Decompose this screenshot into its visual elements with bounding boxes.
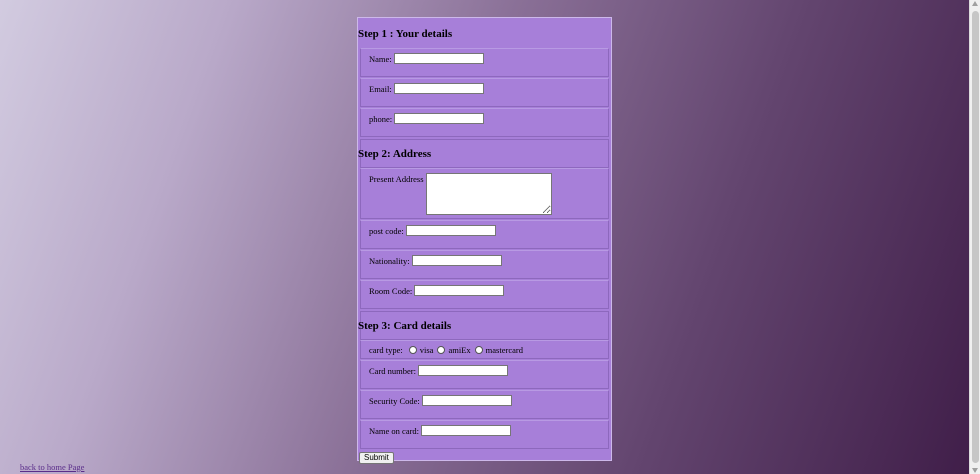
name-fieldset: Name:	[360, 48, 609, 77]
roomcode-fieldset: Room Code:	[360, 280, 609, 309]
address-label: Present Address	[369, 174, 424, 184]
phone-label: phone:	[369, 113, 393, 124]
cardtype-fieldset: card type: visa amiEx mastercard	[360, 340, 609, 359]
submit-button[interactable]: Submit	[359, 452, 394, 464]
email-fieldset: Email:	[360, 78, 609, 107]
nationality-label: Nationality:	[369, 255, 410, 266]
security-label: Security Code:	[369, 395, 420, 406]
cardnumber-fieldset: Card number:	[360, 360, 609, 389]
nationality-input[interactable]	[411, 255, 502, 266]
phone-input[interactable]	[394, 113, 485, 124]
security-fieldset: Security Code:	[360, 390, 609, 419]
phone-fieldset: phone:	[360, 108, 609, 137]
address-textarea[interactable]	[425, 173, 552, 215]
name-label: Name:	[369, 53, 392, 64]
roomcode-label: Room Code:	[369, 285, 413, 296]
scroll-down-icon[interactable]	[972, 468, 978, 473]
nameoncard-fieldset: Name on card:	[360, 420, 609, 449]
mastercard-radio[interactable]	[474, 346, 483, 354]
address-fieldset: Present Address	[360, 168, 609, 219]
nationality-fieldset: Nationality:	[360, 250, 609, 279]
cardtype-label: card type:	[369, 345, 403, 355]
email-label: Email:	[369, 83, 392, 94]
visa-radio[interactable]	[408, 346, 417, 354]
scroll-up-icon[interactable]	[972, 1, 978, 6]
vertical-scrollbar[interactable]	[969, 0, 980, 474]
cardnumber-label: Card number:	[369, 365, 416, 376]
booking-form: Step 1 : Your details Name: Email: phone…	[357, 17, 612, 464]
mastercard-label: mastercard	[485, 345, 523, 355]
amiex-radio[interactable]	[437, 346, 446, 354]
security-input[interactable]	[421, 395, 512, 406]
postcode-fieldset: post code:	[360, 220, 609, 249]
postcode-label: post code:	[369, 225, 404, 236]
visa-label: visa	[419, 345, 434, 355]
step2-heading: Step 2: Address	[358, 148, 432, 160]
cardnumber-input[interactable]	[417, 365, 508, 376]
email-input[interactable]	[393, 83, 484, 94]
amiex-label: amiEx	[448, 345, 471, 355]
scroll-thumb[interactable]	[972, 11, 979, 463]
step3-heading: Step 3: Card details	[358, 320, 452, 332]
back-to-home-link[interactable]: back to home Page	[20, 462, 84, 472]
step1-heading: Step 1 : Your details	[358, 28, 453, 40]
roomcode-input[interactable]	[414, 285, 505, 296]
postcode-input[interactable]	[405, 225, 496, 236]
nameoncard-input[interactable]	[421, 425, 512, 436]
nameoncard-label: Name on card:	[369, 425, 420, 436]
name-input[interactable]	[393, 53, 484, 64]
